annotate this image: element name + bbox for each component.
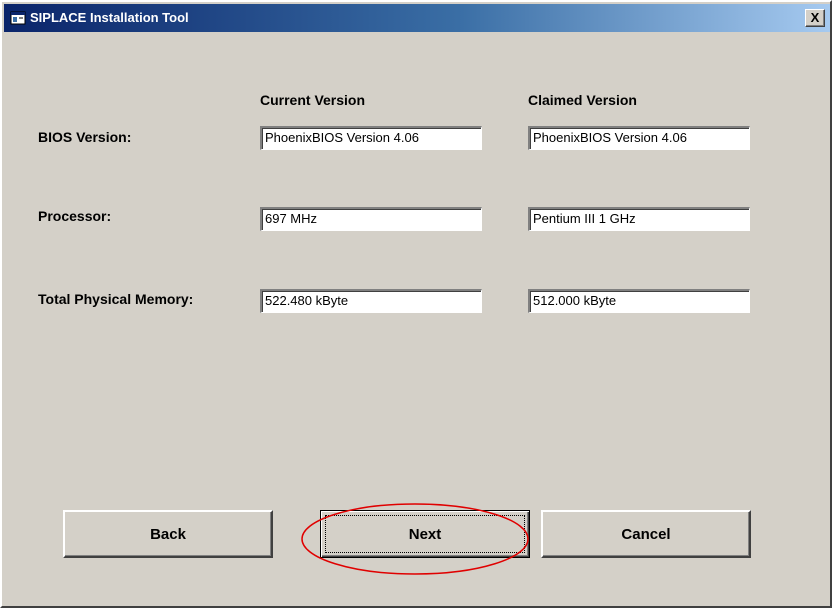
close-button[interactable]: X (805, 9, 825, 27)
column-header-claimed: Claimed Version (528, 92, 637, 108)
current-processor-field[interactable]: 697 MHz (260, 207, 482, 231)
app-window-icon (10, 11, 26, 25)
next-button[interactable]: Next (320, 510, 530, 558)
back-button[interactable]: Back (63, 510, 273, 558)
row-label-bios: BIOS Version: (38, 129, 132, 145)
next-button-label: Next (408, 525, 442, 543)
claimed-bios-field[interactable]: PhoenixBIOS Version 4.06 (528, 126, 750, 150)
window-title: SIPLACE Installation Tool (30, 10, 189, 25)
cancel-button[interactable]: Cancel (541, 510, 751, 558)
claimed-processor-field[interactable]: Pentium III 1 GHz (528, 207, 750, 231)
installation-tool-window: SIPLACE Installation Tool X Current Vers… (0, 0, 832, 608)
back-button-label: Back (150, 525, 186, 543)
current-memory-field[interactable]: 522.480 kByte (260, 289, 482, 313)
column-header-current: Current Version (260, 92, 366, 108)
title-bar[interactable]: SIPLACE Installation Tool X (4, 4, 830, 32)
row-label-memory: Total Physical Memory: (38, 291, 194, 307)
current-bios-field[interactable]: PhoenixBIOS Version 4.06 (260, 126, 482, 150)
cancel-button-label: Cancel (621, 525, 671, 543)
claimed-memory-field[interactable]: 512.000 kByte (528, 289, 750, 313)
row-label-processor: Processor: (38, 208, 112, 224)
